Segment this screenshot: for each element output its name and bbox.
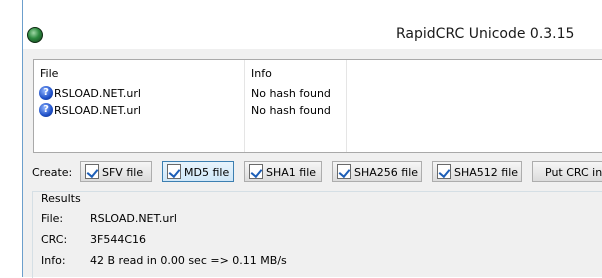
checksum-icon	[85, 164, 99, 179]
put-crc-into-button[interactable]: Put CRC into	[532, 161, 602, 182]
checksum-icon	[167, 164, 181, 179]
app-logo-icon[interactable]	[27, 27, 43, 43]
file-name: RSLOAD.NET.url	[54, 87, 141, 100]
list-item[interactable]: ? RSLOAD.NET.url No hash found	[34, 103, 602, 119]
create-sha256-button[interactable]: SHA256 file	[332, 161, 422, 182]
create-sha1-button[interactable]: SHA1 file	[244, 161, 322, 182]
window-title: RapidCRC Unicode 0.3.15	[396, 26, 575, 42]
result-info-label: Info:	[41, 254, 66, 267]
result-crc-value: 3F544C16	[90, 233, 146, 246]
checksum-icon	[437, 164, 451, 179]
checksum-icon	[337, 164, 351, 179]
column-header-info[interactable]: Info	[251, 67, 272, 80]
result-info-value: 42 B read in 0.00 sec => 0.11 MB/s	[90, 254, 287, 267]
list-header: File Info	[34, 60, 602, 85]
results-title: Results	[39, 192, 83, 205]
column-header-file[interactable]: File	[40, 67, 58, 80]
checksum-icon	[249, 164, 263, 179]
question-icon: ?	[39, 103, 53, 117]
file-info: No hash found	[251, 87, 331, 100]
result-file-value: RSLOAD.NET.url	[90, 212, 177, 225]
title-bar: RapidCRC Unicode 0.3.15	[23, 0, 602, 49]
question-icon: ?	[39, 86, 53, 100]
create-label: Create:	[32, 166, 73, 179]
create-sha512-button[interactable]: SHA512 file	[432, 161, 522, 182]
file-name: RSLOAD.NET.url	[54, 104, 141, 117]
result-crc-label: CRC:	[41, 233, 68, 246]
create-md5-button[interactable]: MD5 file	[162, 161, 234, 182]
file-info: No hash found	[251, 104, 331, 117]
file-list[interactable]: File Info ? RSLOAD.NET.url No hash found…	[33, 59, 602, 153]
list-item[interactable]: ? RSLOAD.NET.url No hash found	[34, 86, 602, 102]
create-sfv-button[interactable]: SFV file	[80, 161, 152, 182]
app-window: RapidCRC Unicode 0.3.15 File Info ? RSLO…	[22, 0, 602, 278]
result-file-label: File:	[41, 212, 64, 225]
